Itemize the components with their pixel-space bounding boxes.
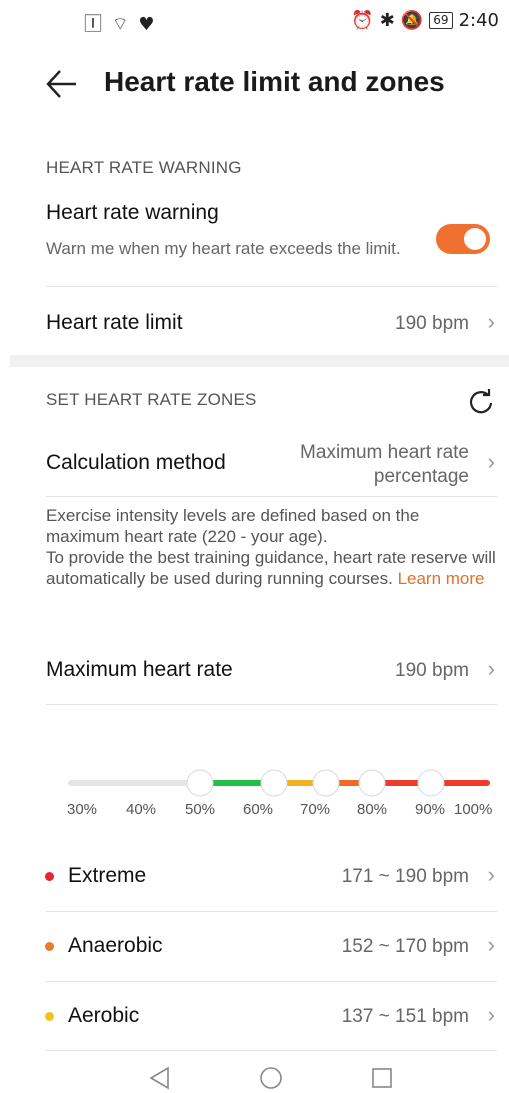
toggle-knob — [464, 228, 486, 250]
tick-60: 60% — [243, 801, 274, 818]
calculation-method-value[interactable]: Maximum heart rate percentage — [300, 441, 469, 489]
slider-thumb-50 — [186, 769, 214, 797]
nav-home-icon[interactable] — [259, 1066, 283, 1090]
zone-extreme-range[interactable]: 171 ~ 190 bpm — [342, 866, 469, 888]
tick-70: 70% — [300, 801, 331, 818]
zone-anaerobic-range[interactable]: 152 ~ 170 bpm — [342, 936, 469, 958]
heart-rate-warning-title: Heart rate warning — [46, 201, 219, 224]
divider — [46, 286, 497, 287]
zone-aerobic-range[interactable]: 137 ~ 151 bpm — [342, 1006, 469, 1028]
tick-50: 50% — [185, 801, 216, 818]
slider-thumb-80 — [358, 769, 386, 797]
extreme-dot-icon — [45, 872, 54, 881]
heart-rate-zone-slider[interactable] — [60, 766, 500, 800]
status-right: ⏰ ✱ 🔕 69 2:40 — [351, 10, 499, 31]
aerobic-dot-icon — [45, 1012, 54, 1021]
divider — [46, 1050, 497, 1051]
back-button[interactable] — [42, 64, 82, 104]
calc-value-line2: percentage — [373, 466, 469, 487]
tick-100: 100% — [454, 801, 493, 818]
mute-icon: 🔕 — [400, 10, 424, 31]
heart-rate-warning-toggle[interactable] — [436, 224, 490, 254]
chevron-right-icon[interactable]: › — [488, 862, 495, 888]
divider — [46, 704, 497, 705]
heart-rate-limit-value[interactable]: 190 bpm — [395, 313, 469, 335]
page-title: Heart rate limit and zones — [104, 66, 445, 97]
battery-icon: 69 — [429, 12, 453, 29]
section-heading-zones: SET HEART RATE ZONES — [46, 390, 257, 409]
system-nav-bar — [0, 1058, 509, 1093]
chevron-right-icon[interactable]: › — [488, 1002, 495, 1028]
tick-40: 40% — [126, 801, 157, 818]
description-line1: Exercise intensity levels are defined ba… — [46, 506, 420, 546]
zone-extreme-label[interactable]: Extreme — [68, 864, 146, 888]
alarm-icon: ⏰ — [351, 10, 374, 31]
slider-track-gray — [68, 780, 200, 786]
tick-90: 90% — [415, 801, 446, 818]
maximum-heart-rate-value[interactable]: 190 bpm — [395, 660, 469, 682]
slider-thumb-70 — [312, 769, 340, 797]
chevron-right-icon[interactable]: › — [488, 449, 495, 475]
bluetooth-icon: ✱ — [379, 10, 395, 31]
anaerobic-dot-icon — [45, 942, 54, 951]
nav-back-icon[interactable] — [148, 1066, 170, 1090]
reset-icon[interactable] — [466, 386, 496, 416]
status-left-icons: 🄸 ⌔ ♥ — [84, 14, 157, 35]
divider — [46, 496, 497, 497]
chevron-right-icon[interactable]: › — [488, 309, 495, 335]
divider — [46, 911, 497, 912]
back-arrow-icon — [46, 70, 76, 98]
learn-more-link[interactable]: Learn more — [398, 569, 485, 588]
clock: 2:40 — [458, 10, 499, 31]
slider-thumb-60 — [260, 769, 288, 797]
heart-rate-limit-label[interactable]: Heart rate limit — [46, 311, 183, 335]
slider-thumb-90 — [417, 769, 445, 797]
zones-description: Exercise intensity levels are defined ba… — [46, 505, 496, 589]
tick-30: 30% — [67, 801, 98, 818]
maximum-heart-rate-label[interactable]: Maximum heart rate — [46, 658, 233, 682]
calc-value-line1: Maximum heart rate — [300, 442, 469, 463]
chevron-right-icon[interactable]: › — [488, 932, 495, 958]
zone-anaerobic-label[interactable]: Anaerobic — [68, 934, 163, 958]
calculation-method-label[interactable]: Calculation method — [46, 451, 226, 475]
status-bar: 🄸 ⌔ ♥ ⏰ ✱ 🔕 69 2:40 — [0, 0, 509, 44]
chevron-right-icon[interactable]: › — [488, 656, 495, 682]
divider — [46, 981, 497, 982]
nav-recent-icon[interactable] — [371, 1067, 393, 1089]
section-separator — [10, 355, 509, 367]
zone-aerobic-label[interactable]: Aerobic — [68, 1004, 139, 1028]
tick-80: 80% — [357, 801, 388, 818]
heart-rate-warning-subtitle: Warn me when my heart rate exceeds the l… — [46, 239, 401, 258]
section-heading-warning: HEART RATE WARNING — [46, 158, 242, 177]
